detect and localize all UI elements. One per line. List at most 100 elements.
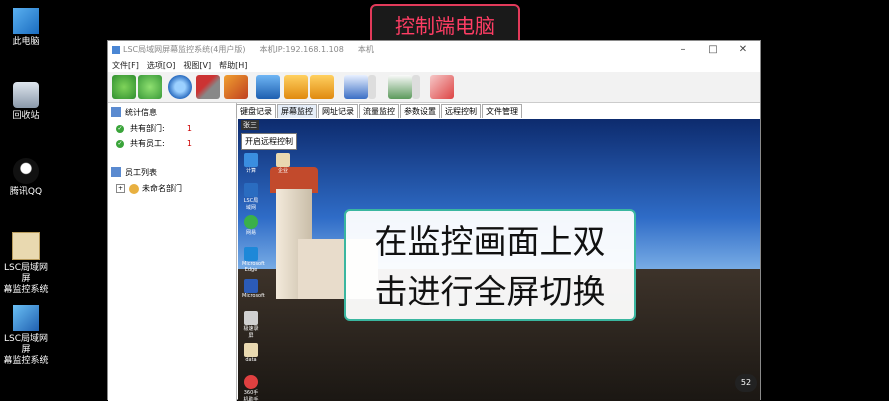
arrow-down-icon[interactable] [310,75,334,99]
netease-icon [244,215,258,229]
stats-icon [111,107,121,117]
tab-keyboard-log[interactable]: 键盘记录 [236,104,276,118]
employee-list-section[interactable]: 员工列表 [111,163,236,181]
tab-file-manager[interactable]: 文件管理 [482,104,522,118]
phone-assistant-icon [244,375,258,389]
screen-desktop-icon[interactable]: 360手机助手 [242,375,260,401]
menu-file[interactable]: 文件[F] [112,60,139,71]
desktop-icon-this-pc[interactable]: 此电脑 [0,8,52,48]
screen-user-label: 张三 [241,120,259,130]
folder-icon [276,153,290,167]
emp-label: 共有员工: [130,139,165,148]
window-title: LSC局域网屏幕监控系统(4用户版) [123,45,246,54]
desktop-icon-label: 幕监控系统 [3,285,49,295]
menu-help[interactable]: 帮助[H] [219,60,247,71]
desktop-icon-label: 腾讯QQ [9,187,43,197]
screen-desktop-icon[interactable]: LSC局域网 [242,183,260,211]
tools-icon[interactable] [196,75,220,99]
menu-options[interactable]: 选项[O] [147,60,176,71]
tab-screen-monitor[interactable]: 屏幕监控 [277,104,317,118]
dept-count-row: ✓ 共有部门: 1 [116,121,236,136]
app-logo-icon [112,45,120,54]
grid-view-icon[interactable] [344,75,368,99]
screen-desktop-icon[interactable]: 计算 [242,153,260,174]
monitor-icon[interactable] [256,75,280,99]
tab-url-log[interactable]: 网址记录 [318,104,358,118]
edge-icon [244,247,258,261]
tab-parameters[interactable]: 参数设置 [400,104,440,118]
package-icon[interactable] [224,75,248,99]
expand-icon[interactable]: + [116,184,125,193]
remote-control-button[interactable]: 开启远程控制 [241,133,297,150]
screen-icon-label: data [245,357,257,363]
desktop-icon-lsc-1[interactable]: LSC局域网屏 幕监控系统 [0,232,52,296]
dropdown-icon[interactable] [368,75,376,99]
screen-icon-label: 极速录屏 [243,326,259,339]
group-icon[interactable] [138,75,162,99]
ip-label: 本机IP:192.168.1.108 [259,45,344,54]
screen-desktop-icon[interactable]: 极速录屏 [242,311,260,339]
caption-line-1: 在监控画面上双 [374,222,606,261]
desktop-icon-label: LSC局域网屏 [3,334,48,355]
tab-bar: 键盘记录 屏幕监控 网址记录 流量监控 参数设置 远程控制 文件管理 [236,104,523,118]
screen-icon-label: 360手机助手 [243,390,259,401]
dept-tree-node[interactable]: + 未命名部门 [116,181,236,196]
screen-desktop-icon[interactable]: data [242,343,260,363]
ip-tail: 本机 [357,45,374,54]
screen-desktop-icon[interactable]: Microsoft [242,279,265,299]
users-icon [129,183,139,194]
shortcut-icon[interactable] [430,75,454,99]
screen-icon-label: 网易 [245,230,256,236]
screen-icon-label: 计算 [245,168,256,174]
check-icon: ✓ [116,124,124,133]
calculator-icon [244,153,258,167]
dropdown-icon[interactable] [412,75,420,99]
employee-list-title: 员工列表 [125,167,157,177]
minimize-button[interactable]: – [668,41,698,58]
computer-icon [13,8,39,34]
screen-icon-label: LSC局域网 [243,198,259,211]
screen-icon-label: Microsoft [242,293,265,299]
add-user-icon[interactable] [112,75,136,99]
arrow-left-icon[interactable] [284,75,308,99]
screen-desktop-icon[interactable]: 网易 [242,215,260,236]
desktop-icon-label: 回收站 [12,111,40,121]
transfer-icon[interactable] [388,75,412,99]
screen-icon-label: 企业 [277,168,288,174]
folder-icon [244,343,258,357]
menu-bar: 文件[F] 选项[O] 视图[V] 帮助[H] [108,58,760,72]
screen-desktop-icon[interactable]: 企业 [274,153,292,174]
toolbar [108,72,760,103]
emp-count-row: ✓ 共有员工: 1 [116,136,236,151]
menu-view[interactable]: 视图[V] [183,60,211,71]
dept-label: 共有部门: [130,124,165,133]
desktop-icon-qq[interactable]: 腾讯QQ [0,158,52,198]
monitor-app-icon [244,183,258,197]
screen-icon-label: Microsoft Edge [242,261,265,273]
monitor-app-icon [13,305,39,331]
recycle-bin-icon [13,82,39,108]
wallpaper-lighthouse [258,159,378,329]
microsoft-app-icon [244,279,258,293]
tab-remote-control[interactable]: 远程控制 [441,104,481,118]
stats-title: 统计信息 [125,107,157,117]
caption-line-2: 击进行全屏切换 [374,272,606,311]
screen-desktop-icon[interactable]: Microsoft Edge [242,247,265,273]
recorder-icon [244,311,258,325]
desktop-icon-recycle-bin[interactable]: 回收站 [0,82,52,122]
caption-overlay: 在监控画面上双 击进行全屏切换 [344,209,636,321]
settings-icon[interactable] [168,75,192,99]
left-panel: 统计信息 ✓ 共有部门: 1 ✓ 共有员工: 1 员工列表 + 未命名部门 [108,103,237,401]
desktop-icon-label: 此电脑 [12,37,40,47]
folder-icon [12,232,40,260]
emp-count: 1 [186,139,192,148]
clock-badge: 52 [735,374,757,392]
unnamed-dept-label: 未命名部门 [142,184,182,193]
desktop-icon-lsc-2[interactable]: LSC局域网屏 幕监控系统 [0,305,52,367]
qq-penguin-icon [13,158,39,184]
close-button[interactable]: ✕ [728,41,758,58]
maximize-button[interactable]: □ [698,41,728,58]
tab-traffic-monitor[interactable]: 流量监控 [359,104,399,118]
title-bar[interactable]: LSC局域网屏幕监控系统(4用户版) 本机IP:192.168.1.108 本机… [108,41,760,58]
stats-section[interactable]: 统计信息 [111,103,236,121]
